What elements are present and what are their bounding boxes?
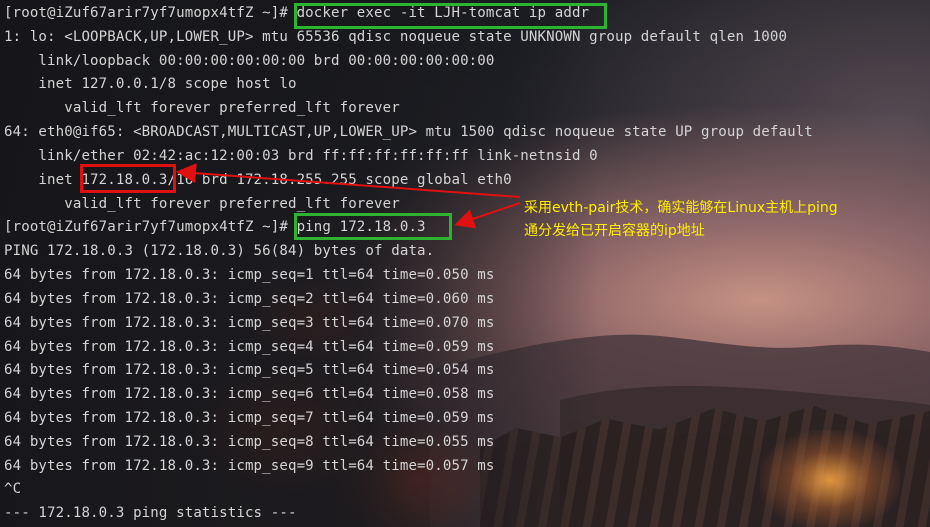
terminal-line: 1: lo: <LOOPBACK,UP,LOWER_UP> mtu 65536 … [4,29,788,45]
terminal-line: 64: eth0@if65: <BROADCAST,MULTICAST,UP,L… [4,124,813,140]
container-ip-highlight [80,164,176,193]
terminal-line: 64 bytes from 172.18.0.3: icmp_seq=5 ttl… [4,362,495,378]
annotation-line-2: 通分发给已开启容器的ip地址 [524,223,705,239]
terminal-line: link/loopback 00:00:00:00:00:00 brd 00:0… [4,53,495,69]
terminal-line: 64 bytes from 172.18.0.3: icmp_seq=2 ttl… [4,291,495,307]
terminal-line: inet 127.0.0.1/8 scope host lo [4,76,297,92]
terminal-line: valid_lft forever preferred_lft forever [4,100,400,116]
terminal-line: 64 bytes from 172.18.0.3: icmp_seq=3 ttl… [4,315,495,331]
terminal-line: 64 bytes from 172.18.0.3: icmp_seq=1 ttl… [4,267,495,283]
docker-exec-command-highlight [294,3,607,29]
terminal-window[interactable]: [root@iZuf67arir7yf7umopx4tfZ ~]# docker… [0,0,930,527]
ping-command-highlight [294,213,452,240]
terminal-line: ^C [4,481,22,497]
terminal-line: 64 bytes from 172.18.0.3: icmp_seq=4 ttl… [4,339,495,355]
terminal-line: --- 172.18.0.3 ping statistics --- [4,505,297,521]
terminal-line: 64 bytes from 172.18.0.3: icmp_seq=6 ttl… [4,386,495,402]
annotation-line-1: 采用evth-pair技术，确实能够在Linux主机上ping [524,200,838,216]
arrow-to-ping-icon [454,202,521,229]
terminal-line: 64 bytes from 172.18.0.3: icmp_seq=8 ttl… [4,434,495,450]
terminal-line: valid_lft forever preferred_lft forever [4,196,400,212]
annotation-note: 采用evth-pair技术，确实能够在Linux主机上ping 通分发给已开启容… [524,197,924,243]
terminal-line: 64 bytes from 172.18.0.3: icmp_seq=9 ttl… [4,458,495,474]
terminal-line: PING 172.18.0.3 (172.18.0.3) 56(84) byte… [4,243,435,259]
terminal-line: 64 bytes from 172.18.0.3: icmp_seq=7 ttl… [4,410,495,426]
